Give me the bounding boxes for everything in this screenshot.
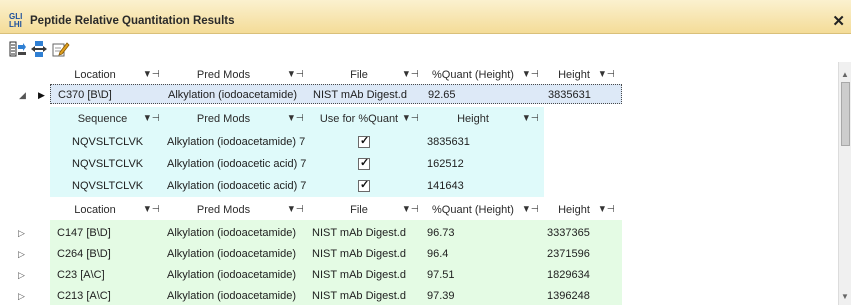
height-cell: 3337365 (547, 227, 590, 239)
height-cell: 1829634 (547, 269, 590, 281)
expand-arrow-icon[interactable]: ▷ (18, 265, 25, 285)
app-icon: GLI LHI (9, 12, 23, 29)
vertical-scrollbar[interactable]: ▲ ▼ (838, 62, 851, 305)
filter-location-icon[interactable]: ▼⊣ (142, 200, 161, 220)
pred-mods-cell: Alkylation (iodoacetamide) (168, 89, 298, 101)
column-header-height[interactable]: Height (544, 65, 604, 85)
location-cell: C370 [B\D] (58, 89, 112, 101)
column-header-file[interactable]: File (309, 65, 409, 85)
title-bar: GLI LHI Peptide Relative Quantitation Res… (0, 0, 851, 34)
parent-header-row: Location ▼⊣ Pred Mods ▼⊣ File ▼⊣ %Quant … (0, 200, 838, 220)
filter-pred-mods-icon[interactable]: ▼⊣ (286, 65, 305, 85)
column-header-height[interactable]: Height (544, 200, 604, 220)
location-cell: C213 [A\C] (57, 290, 111, 302)
filter-child-pred-mods-icon[interactable]: ▼⊣ (286, 109, 305, 129)
filter-use-for-quant-icon[interactable]: ▼⊣ (401, 109, 420, 129)
column-header-quant-height[interactable]: %Quant (Height) (424, 200, 522, 220)
scroll-down-icon[interactable]: ▼ (841, 292, 849, 301)
file-cell: NIST mAb Digest.d (312, 269, 406, 281)
child-height-cell: 3835631 (427, 136, 470, 148)
column-header-location[interactable]: Location (50, 65, 140, 85)
column-header-quant-height[interactable]: %Quant (Height) (424, 65, 522, 85)
column-header-location[interactable]: Location (50, 200, 140, 220)
child-height-cell: 141643 (427, 180, 464, 192)
column-header-pred-mods[interactable]: Pred Mods (165, 65, 282, 85)
sequence-cell: NQVSLTCLVK (72, 180, 144, 192)
column-header-use-for-quant[interactable]: Use for %Quant (309, 109, 409, 129)
height-cell: 1396248 (547, 290, 590, 302)
child-pred-mods-cell: Alkylation (iodoacetamide) 7 (167, 136, 306, 148)
window-title: Peptide Relative Quantitation Results (30, 15, 235, 27)
column-header-pred-mods[interactable]: Pred Mods (165, 200, 282, 220)
file-cell: NIST mAb Digest.d (313, 89, 407, 101)
column-header-file[interactable]: File (309, 200, 409, 220)
height-cell: 2371596 (547, 248, 590, 260)
use-for-quant-checkbox[interactable]: ✓ (358, 179, 370, 192)
scroll-up-icon[interactable]: ▲ (841, 70, 849, 79)
expand-arrow-icon[interactable]: ▷ (18, 286, 25, 305)
use-for-quant-checkbox[interactable]: ✓ (358, 157, 370, 170)
filter-file-icon[interactable]: ▼⊣ (401, 65, 420, 85)
filter-quant-height-icon[interactable]: ▼⊣ (521, 65, 540, 85)
child-row[interactable]: NQVSLTCLVK Alkylation (iodoacetamide) 7 … (0, 132, 838, 152)
pred-mods-cell: Alkylation (iodoacetamide) (167, 290, 297, 302)
filter-pred-mods-icon[interactable]: ▼⊣ (286, 200, 305, 220)
quant-height-cell: 97.51 (427, 269, 455, 281)
quant-height-cell: 96.73 (427, 227, 455, 239)
scrollbar-thumb[interactable] (841, 82, 850, 146)
file-cell: NIST mAb Digest.d (312, 290, 406, 302)
expand-arrow-icon[interactable]: ▷ (18, 223, 25, 243)
child-pred-mods-cell: Alkylation (iodoacetic acid) 7 (167, 180, 307, 192)
file-cell: NIST mAb Digest.d (312, 227, 406, 239)
table-row[interactable]: C264 [B\D] Alkylation (iodoacetamide) NI… (50, 244, 622, 264)
column-header-sequence[interactable]: Sequence (60, 109, 145, 129)
expand-arrow-icon[interactable]: ▷ (18, 244, 25, 264)
expand-all-icon[interactable] (9, 41, 27, 57)
table-row[interactable]: C147 [B\D] Alkylation (iodoacetamide) NI… (50, 223, 622, 243)
table-row[interactable]: C23 [A\C] Alkylation (iodoacetamide) NIS… (50, 265, 622, 285)
filter-quant-height-icon[interactable]: ▼⊣ (521, 200, 540, 220)
edit-icon[interactable] (52, 41, 70, 57)
location-cell: C23 [A\C] (57, 269, 105, 281)
filter-sequence-icon[interactable]: ▼⊣ (142, 109, 161, 129)
pred-mods-cell: Alkylation (iodoacetamide) (167, 227, 297, 239)
child-height-cell: 162512 (427, 158, 464, 170)
collapse-all-icon[interactable] (30, 41, 48, 57)
quant-height-cell: 96.4 (427, 248, 449, 260)
toolbar (0, 34, 851, 62)
use-for-quant-checkbox[interactable]: ✓ (358, 135, 370, 148)
child-pred-mods-cell: Alkylation (iodoacetic acid) 7 (167, 158, 307, 170)
parent-header-row: Location ▼⊣ Pred Mods ▼⊣ File ▼⊣ %Quant … (0, 65, 838, 85)
pred-mods-cell: Alkylation (iodoacetamide) (167, 248, 297, 260)
close-icon[interactable]: ✕ (832, 12, 845, 30)
filter-height-icon[interactable]: ▼⊣ (597, 200, 616, 220)
collapse-arrow-icon[interactable]: ◢ (19, 85, 26, 105)
table-row[interactable]: C213 [A\C] Alkylation (iodoacetamide) NI… (50, 286, 622, 305)
location-cell: C147 [B\D] (57, 227, 111, 239)
column-header-child-height[interactable]: Height (424, 109, 522, 129)
quant-height-cell: 97.39 (427, 290, 455, 302)
child-header-row: Sequence ▼⊣ Pred Mods ▼⊣ Use for %Quant … (0, 109, 838, 129)
sequence-cell: NQVSLTCLVK (72, 158, 144, 170)
column-header-child-pred-mods[interactable]: Pred Mods (165, 109, 282, 129)
sequence-cell: NQVSLTCLVK (72, 136, 144, 148)
file-cell: NIST mAb Digest.d (312, 248, 406, 260)
child-row[interactable]: NQVSLTCLVK Alkylation (iodoacetic acid) … (0, 176, 838, 196)
filter-height-icon[interactable]: ▼⊣ (597, 65, 616, 85)
current-row-indicator-icon: ▶ (38, 90, 45, 100)
results-grid: Location ▼⊣ Pred Mods ▼⊣ File ▼⊣ %Quant … (0, 62, 838, 305)
height-cell: 3835631 (548, 89, 591, 101)
filter-location-icon[interactable]: ▼⊣ (142, 65, 161, 85)
quant-height-cell: 92.65 (428, 89, 456, 101)
filter-child-height-icon[interactable]: ▼⊣ (521, 109, 540, 129)
pred-mods-cell: Alkylation (iodoacetamide) (167, 269, 297, 281)
filter-file-icon[interactable]: ▼⊣ (401, 200, 420, 220)
child-row[interactable]: NQVSLTCLVK Alkylation (iodoacetic acid) … (0, 154, 838, 174)
table-row-selected[interactable]: C370 [B\D] Alkylation (iodoacetamide) NI… (50, 84, 622, 104)
location-cell: C264 [B\D] (57, 248, 111, 260)
